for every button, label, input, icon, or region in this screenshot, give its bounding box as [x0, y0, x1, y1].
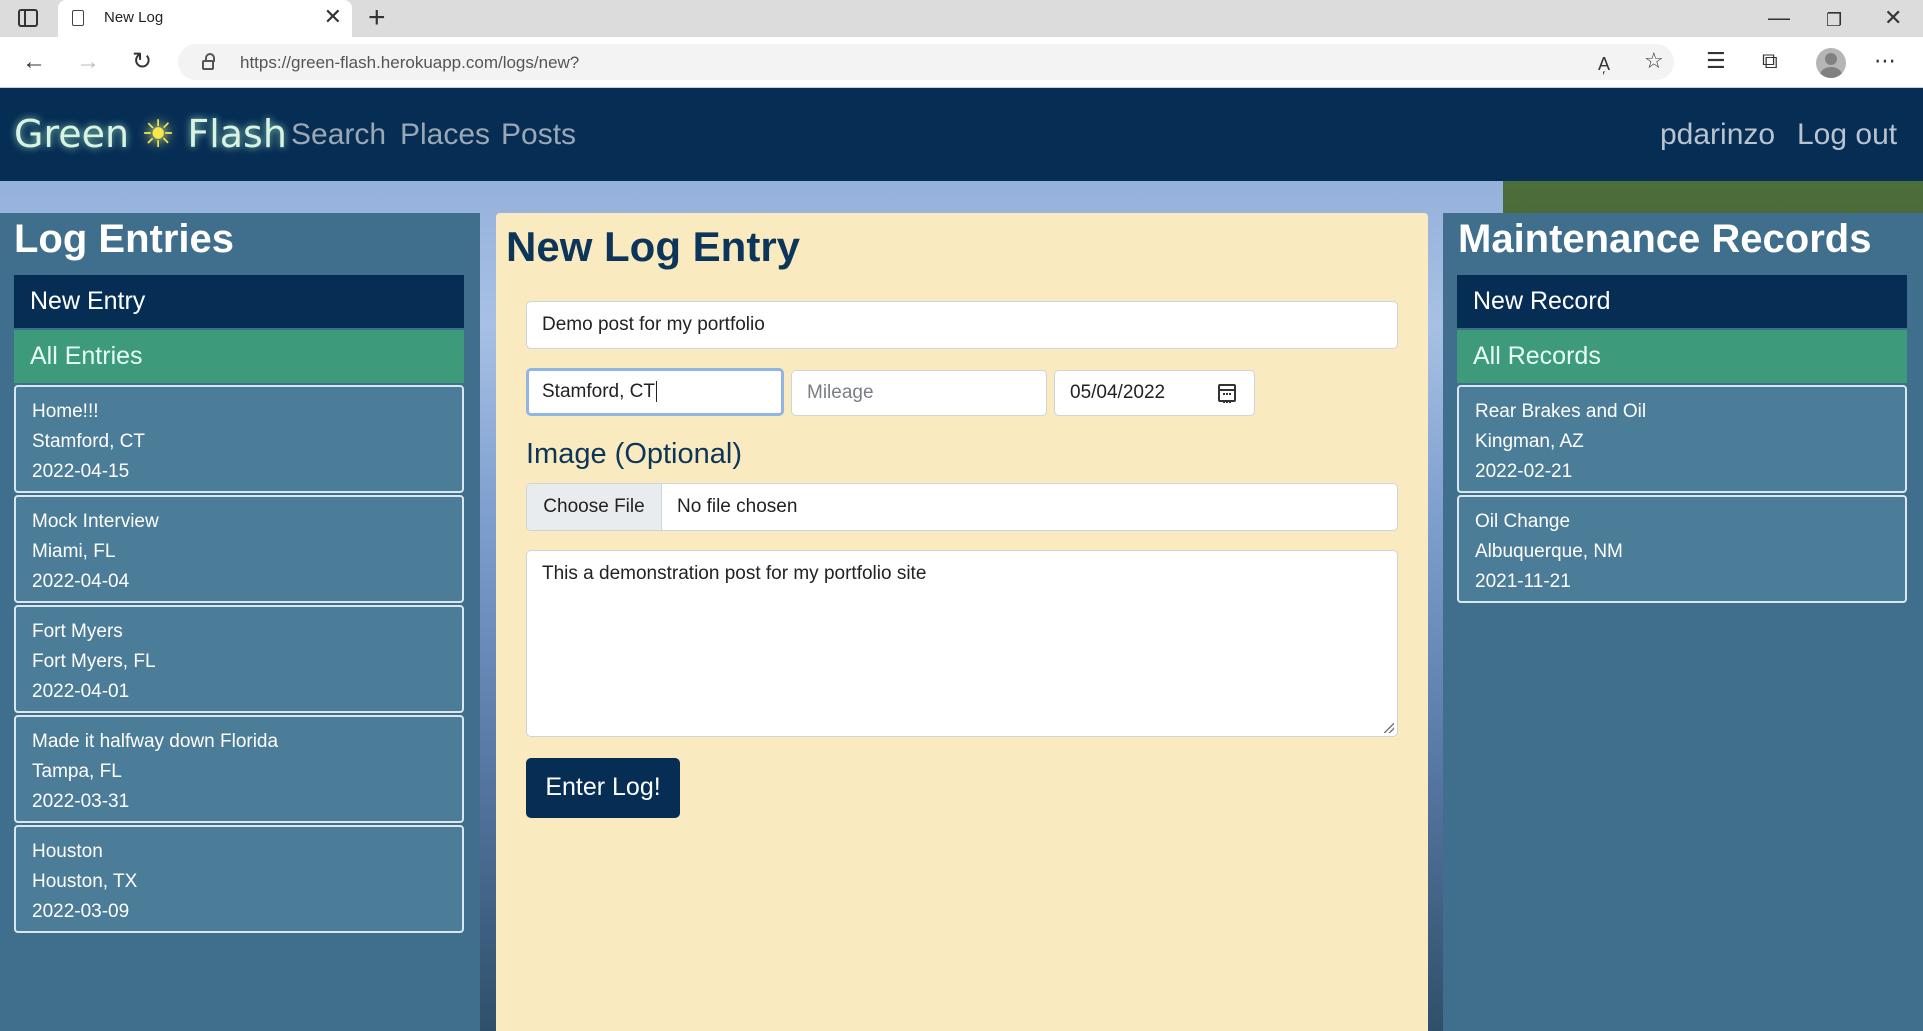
read-aloud-icon[interactable]: A᷊ [1598, 51, 1610, 77]
tab-title: New Log [104, 9, 164, 26]
entry-place: Houston, TX [32, 871, 138, 892]
site-navbar: Green ☀ Flash Search Places Posts pdarin… [0, 88, 1923, 181]
profile-icon[interactable] [1816, 48, 1846, 78]
add-favorite-icon[interactable]: ☆ [1644, 48, 1664, 74]
image-file-input[interactable]: Choose File No file chosen [526, 483, 1398, 531]
back-icon[interactable]: ← [22, 49, 46, 75]
nav-link-search[interactable]: Search [291, 118, 386, 152]
log-entry-card[interactable]: Home!!! Stamford, CT 2022-04-15 [14, 385, 464, 493]
nav-link-user[interactable]: pdarinzo [1660, 118, 1775, 152]
favorites-icon[interactable]: ☰ [1706, 48, 1726, 74]
page-content: Green ☀ Flash Search Places Posts pdarin… [0, 88, 1923, 1031]
page-icon [72, 10, 84, 26]
maintenance-sidebar: Maintenance Records New Record All Recor… [1443, 213, 1923, 1031]
body-textarea[interactable]: This a demonstration post for my portfol… [526, 550, 1398, 737]
record-date: 2021-11-21 [1475, 571, 1571, 592]
entry-date: 2022-04-01 [32, 681, 130, 702]
page-title: New Log Entry [506, 223, 801, 270]
new-entry-button[interactable]: New Entry [14, 275, 464, 328]
entry-title: Made it halfway down Florida [32, 731, 279, 752]
entry-date: 2022-04-04 [32, 571, 130, 592]
brand-name-left: Green [14, 112, 130, 156]
log-entries-sidebar: Log Entries New Entry All Entries Home!!… [0, 213, 480, 1031]
location-input[interactable]: Stamford, CT [526, 368, 784, 416]
log-entry-card[interactable]: Houston Houston, TX 2022-03-09 [14, 825, 464, 933]
record-title: Oil Change [1475, 511, 1571, 532]
url-text[interactable]: https://green-flash.herokuapp.com/logs/n… [240, 53, 579, 73]
mileage-input[interactable]: Mileage [791, 370, 1047, 416]
sun-icon: ☀ [141, 112, 176, 156]
more-menu-icon[interactable]: ⋯ [1874, 48, 1896, 74]
title-input[interactable]: Demo post for my portfolio [526, 301, 1398, 349]
entry-place: Fort Myers, FL [32, 651, 156, 672]
all-records-button[interactable]: All Records [1457, 330, 1907, 383]
file-status: No file chosen [677, 496, 798, 517]
entry-place: Stamford, CT [32, 431, 145, 452]
body-text: This a demonstration post for my portfol… [542, 563, 927, 584]
forward-icon[interactable]: → [76, 49, 100, 75]
nav-link-logout[interactable]: Log out [1797, 118, 1897, 152]
entry-title: Houston [32, 841, 103, 862]
restore-icon[interactable]: ❐ [1826, 8, 1842, 32]
date-value: 05/04/2022 [1070, 382, 1166, 403]
maintenance-record-card[interactable]: Rear Brakes and Oil Kingman, AZ 2022-02-… [1457, 385, 1907, 493]
brand-logo[interactable]: Green ☀ Flash [14, 112, 287, 156]
browser-tab[interactable]: New Log ✕ [58, 0, 352, 37]
minimize-icon[interactable]: — [1768, 6, 1790, 30]
text-cursor [655, 381, 657, 402]
lock-icon[interactable] [202, 53, 215, 70]
entry-place: Miami, FL [32, 541, 116, 562]
resize-handle-icon[interactable] [1384, 723, 1394, 733]
record-date: 2022-02-21 [1475, 461, 1573, 482]
all-entries-button[interactable]: All Entries [14, 330, 464, 383]
log-entry-card[interactable]: Mock Interview Miami, FL 2022-04-04 [14, 495, 464, 603]
new-tab-icon[interactable]: + [368, 3, 386, 33]
maintenance-heading: Maintenance Records [1458, 217, 1872, 261]
image-label: Image (Optional) [526, 438, 742, 470]
log-entry-card[interactable]: Made it halfway down Florida Tampa, FL 2… [14, 715, 464, 823]
calendar-icon[interactable] [1218, 384, 1236, 403]
url-bar[interactable]: https://green-flash.herokuapp.com/logs/n… [178, 44, 1674, 80]
entry-title: Fort Myers [32, 621, 123, 642]
nav-link-posts[interactable]: Posts [501, 118, 576, 152]
log-entries-heading: Log Entries [14, 217, 235, 261]
record-place: Albuquerque, NM [1475, 541, 1623, 562]
log-entry-card[interactable]: Fort Myers Fort Myers, FL 2022-04-01 [14, 605, 464, 713]
mileage-placeholder: Mileage [807, 382, 874, 403]
tab-actions-icon[interactable] [18, 9, 38, 27]
new-record-button[interactable]: New Record [1457, 275, 1907, 328]
record-place: Kingman, AZ [1475, 431, 1584, 452]
window-close-icon[interactable]: ✕ [1884, 6, 1902, 30]
maintenance-record-card[interactable]: Oil Change Albuquerque, NM 2021-11-21 [1457, 495, 1907, 603]
enter-log-button[interactable]: Enter Log! [526, 758, 680, 818]
browser-tab-bar: New Log ✕ + — ❐ ✕ [0, 0, 1923, 37]
entry-title: Home!!! [32, 401, 99, 422]
close-tab-icon[interactable]: ✕ [324, 5, 342, 29]
refresh-icon[interactable]: ↻ [132, 49, 152, 75]
location-value: Stamford, CT [542, 381, 655, 402]
date-input[interactable]: 05/04/2022 [1054, 370, 1255, 416]
record-title: Rear Brakes and Oil [1475, 401, 1647, 422]
entry-place: Tampa, FL [32, 761, 122, 782]
entry-date: 2022-03-31 [32, 791, 130, 812]
new-log-form-panel: New Log Entry Demo post for my portfolio… [496, 213, 1428, 1031]
entry-title: Mock Interview [32, 511, 159, 532]
entry-date: 2022-04-15 [32, 461, 130, 482]
choose-file-button[interactable]: Choose File [527, 484, 662, 530]
brand-name-right: Flash [187, 112, 287, 156]
collections-icon[interactable]: ⧉ [1762, 48, 1778, 74]
nav-link-places[interactable]: Places [400, 118, 490, 152]
entry-date: 2022-03-09 [32, 901, 130, 922]
address-toolbar: ← → ↻ https://green-flash.herokuapp.com/… [0, 37, 1923, 88]
